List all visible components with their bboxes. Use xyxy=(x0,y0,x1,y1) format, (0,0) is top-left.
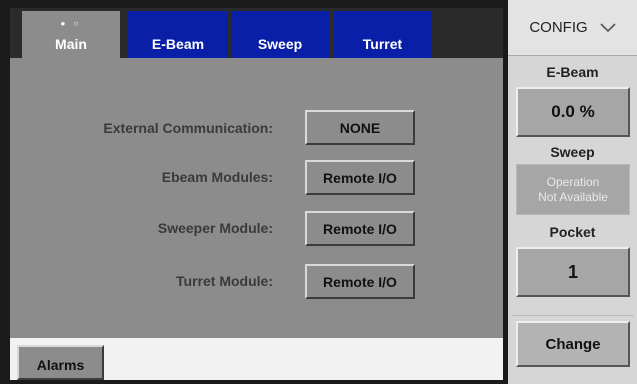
sweeper-module-label: Sweeper Module: xyxy=(157,220,273,236)
sweep-side-label: Sweep xyxy=(550,144,595,160)
alarms-button[interactable]: Alarms xyxy=(17,345,104,380)
pocket-side-label: Pocket xyxy=(549,224,596,240)
config-dropdown[interactable]: CONFIG xyxy=(508,0,637,56)
external-communication-button[interactable]: NONE xyxy=(305,110,415,145)
side-panel: CONFIG E-Beam 0.0 % Sweep Operation Not … xyxy=(508,0,637,384)
ebeam-side-label: E-Beam xyxy=(546,64,599,80)
sweep-status: Operation Not Available xyxy=(516,164,630,215)
tab-sweep-label: Sweep xyxy=(257,36,303,52)
ebeam-value-button[interactable]: 0.0 % xyxy=(516,87,630,137)
side-divider xyxy=(512,315,634,316)
tab-main[interactable]: ● ○ Main xyxy=(22,11,120,58)
page-indicator-icon: ● ○ xyxy=(60,19,82,28)
pocket-value-button[interactable]: 1 xyxy=(516,247,630,297)
tab-bar: ● ○ Main E-Beam Sweep Turret xyxy=(10,8,503,58)
turret-module-button[interactable]: Remote I/O xyxy=(305,264,415,299)
main-panel: External Communication: NONE Ebeam Modul… xyxy=(10,58,503,338)
bottom-bar: Alarms xyxy=(10,338,503,380)
tab-ebeam[interactable]: E-Beam xyxy=(128,11,228,58)
change-button[interactable]: Change xyxy=(516,321,630,367)
config-label: CONFIG xyxy=(529,19,588,36)
chevron-down-icon xyxy=(600,20,616,36)
turret-module-label: Turret Module: xyxy=(176,273,273,289)
tab-ebeam-label: E-Beam xyxy=(151,36,205,52)
ebeam-modules-button[interactable]: Remote I/O xyxy=(305,160,415,195)
tab-main-label: Main xyxy=(55,36,87,52)
tab-sweep[interactable]: Sweep xyxy=(231,11,329,58)
tab-turret[interactable]: Turret xyxy=(334,11,431,58)
tab-turret-label: Turret xyxy=(362,36,403,52)
external-communication-label: External Communication: xyxy=(103,120,273,136)
ebeam-modules-label: Ebeam Modules: xyxy=(161,169,273,185)
sweeper-module-button[interactable]: Remote I/O xyxy=(305,211,415,246)
